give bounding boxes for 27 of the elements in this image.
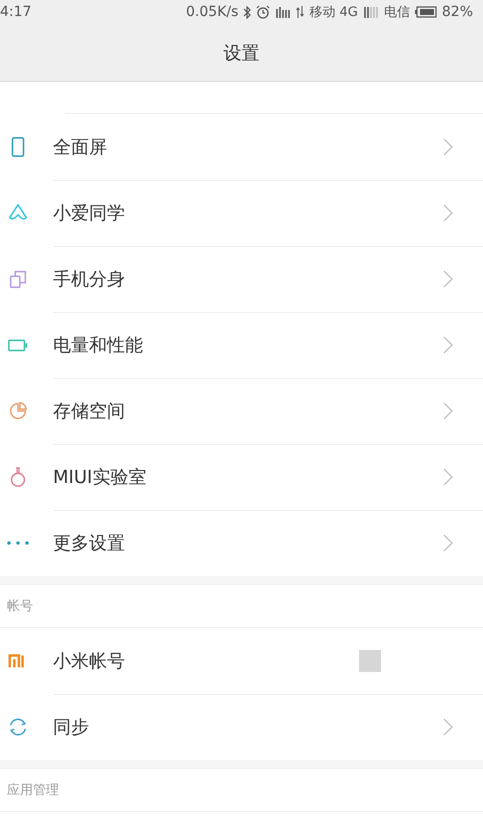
settings-item[interactable]: 手机分身 [53,266,125,290]
sync-icon [7,716,29,738]
data-arrows-icon [296,6,304,18]
signal-icon [275,6,292,18]
page-title: 设置 [224,42,260,64]
copies-icon [7,268,29,290]
section-header: 帐号 [7,598,33,615]
settings-item[interactable]: 全面屏 [53,134,107,158]
more-icon [7,541,29,545]
settings-item[interactable]: MIUI实验室 [53,464,146,488]
settings-item[interactable]: 存储空间 [53,398,125,422]
pie-chart-icon [7,400,29,422]
battery-percent: 82% [442,4,473,20]
alarm-icon [256,5,270,19]
settings-item[interactable]: 小米帐号 [53,648,125,672]
settings-item[interactable]: 小爱同学 [53,200,125,224]
clock: 4:17 [0,4,32,20]
carrier-name: 移动 4G [309,4,358,21]
bluetooth-icon [243,6,252,18]
settings-item[interactable]: 电量和性能 [53,332,143,356]
settings-item[interactable]: 更多设置 [53,531,125,555]
carrier-name: 电信 [384,4,410,21]
signal-icon [362,6,379,18]
section-header: 应用管理 [7,782,59,799]
settings-item[interactable]: 同步 [53,715,89,739]
battery-icon [414,6,437,18]
network-speed: 0.05K/s [186,4,238,20]
